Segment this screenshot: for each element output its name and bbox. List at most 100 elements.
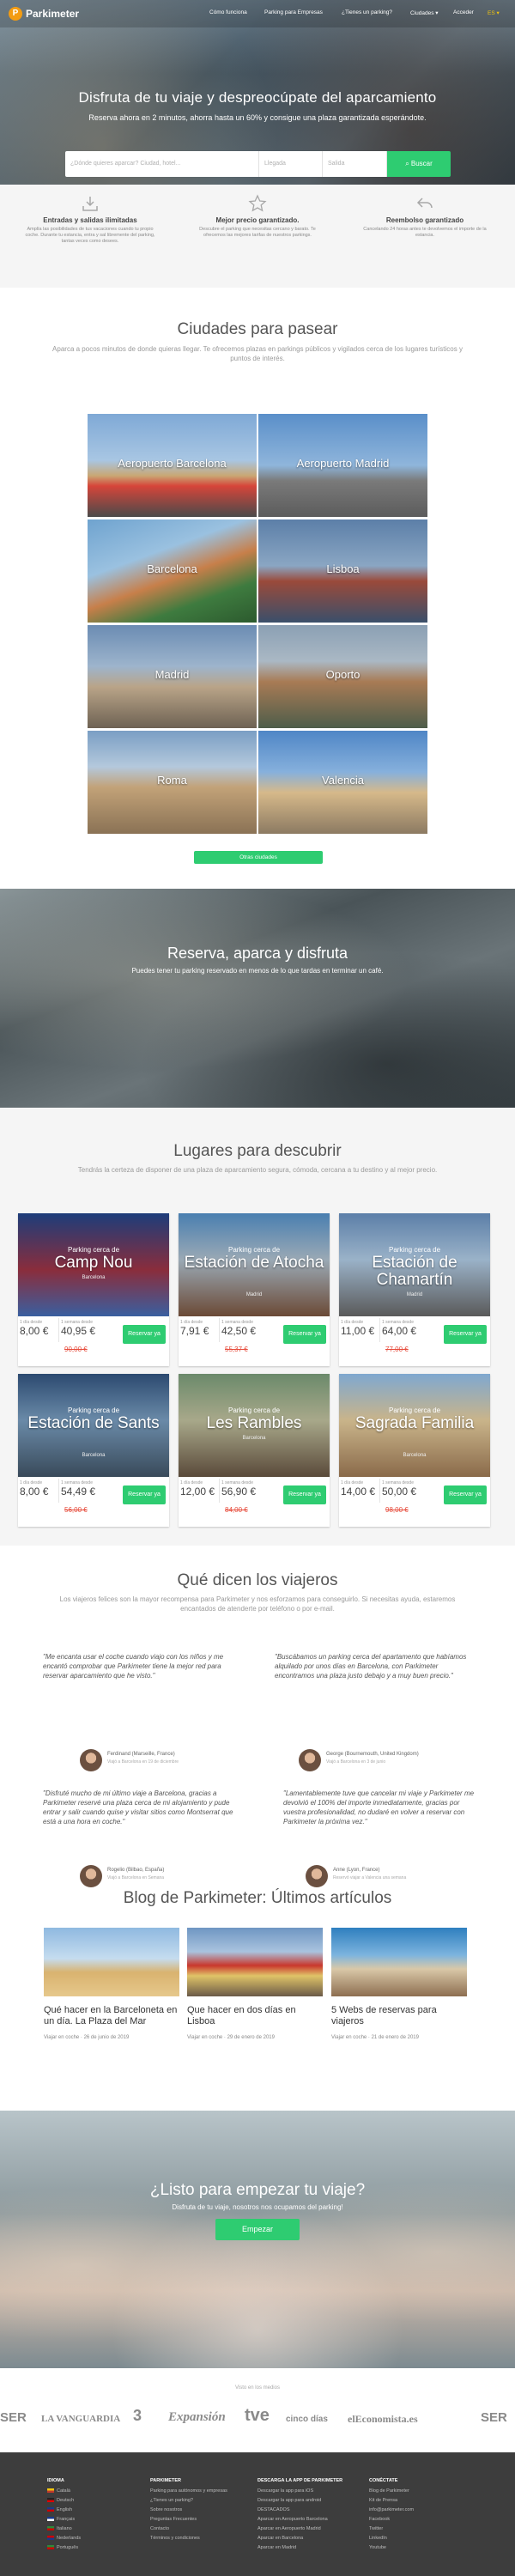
footer-link[interactable]: Kit de Prensa — [369, 2498, 397, 2503]
language-link[interactable]: Català — [47, 2488, 70, 2494]
language-link[interactable]: Nederlands — [47, 2536, 81, 2541]
footer-link[interactable]: Aparcar en Madrid — [258, 2545, 296, 2550]
city-label: Aeropuerto Madrid — [296, 457, 390, 470]
reserve-now-button[interactable]: Reservar ya — [283, 1485, 326, 1504]
city-label: Roma — [157, 774, 187, 787]
review-quote: "Buscábamos un parking cerca del apartam… — [275, 1653, 467, 1680]
reviews-section-subtitle: Los viajeros felices son la mayor recomp… — [59, 1595, 456, 1613]
city-card-barcelona[interactable]: Barcelona — [88, 519, 257, 623]
footer-link[interactable]: Facebook — [369, 2517, 390, 2522]
footer-link[interactable]: Sobre nosotros — [150, 2507, 182, 2512]
logo-text: Parkimeter — [26, 8, 80, 20]
price-week: 56,90 € — [221, 1485, 257, 1498]
logo[interactable]: P Parkimeter — [9, 7, 79, 21]
blog-post-meta: Viajar en coche · 26 de junio de 2019 — [44, 2035, 130, 2040]
language-link[interactable]: Deutsch — [47, 2498, 74, 2503]
place-card[interactable]: Parking cerca de Estación de Sants Barcelo… — [18, 1374, 169, 1527]
reserve-now-button[interactable]: Reservar ya — [444, 1485, 487, 1504]
footer-link[interactable]: Blog de Parkimeter — [369, 2488, 409, 2494]
price-week-box: 1 semana desde 64,00 € — [380, 1318, 440, 1342]
price-day: 11,00 € — [341, 1325, 375, 1337]
reviewer-name: Rogelio (Bilbao, España) — [107, 1868, 165, 1873]
price-week-box: 1 semana desde 50,00 € — [380, 1479, 440, 1503]
place-card[interactable]: Parking cerca de Sagrada Familia Barcelona… — [339, 1374, 490, 1527]
feature-unlimited: Entradas y salidas ilimitadas Amplía las… — [9, 194, 172, 245]
price-week-box: 1 semana desde 42,50 € — [220, 1318, 280, 1342]
language-label: Nederlands — [57, 2536, 82, 2541]
footer-link[interactable]: ¿Tienes un parking? — [150, 2498, 193, 2503]
city-card-madrid[interactable]: Madrid — [88, 625, 257, 728]
nav-cities-dropdown[interactable]: Ciudades ▾ — [410, 9, 439, 16]
city-card-valencia[interactable]: Valencia — [258, 731, 427, 834]
other-cities-button[interactable]: Otras ciudades — [194, 851, 323, 864]
language-link[interactable]: Português — [47, 2545, 78, 2550]
reviewer-avatar — [306, 1865, 328, 1887]
footer-column-title: PARKIMETER — [150, 2478, 181, 2483]
search-button[interactable]: ⌕ Buscar — [387, 151, 451, 177]
footer-link[interactable]: Descargar la app para iOS — [258, 2488, 313, 2494]
blog-post-image[interactable] — [44, 1928, 179, 1996]
blog-post-title[interactable]: Qué hacer en la Barceloneta en un día. L… — [44, 2005, 181, 2027]
city-card-roma[interactable]: Roma — [88, 731, 257, 834]
reserve-now-button[interactable]: Reservar ya — [444, 1325, 487, 1344]
feature-title: Entradas y salidas ilimitadas — [43, 216, 137, 224]
footer-link[interactable]: Aparcar en Barcelona — [258, 2536, 303, 2541]
reviewer-name: Ferdinand (Marseille, France) — [107, 1752, 175, 1757]
city-card-barcelona-airport[interactable]: Aeropuerto Barcelona — [88, 414, 257, 517]
blog-post-image[interactable] — [187, 1928, 323, 1996]
nav-business-parking[interactable]: Parking para Empresas — [264, 9, 323, 15]
footer-link[interactable]: Contacto — [150, 2526, 169, 2531]
footer-link[interactable]: info@parkimeter.com — [369, 2507, 414, 2512]
footer-column-title: CONÉCTATE — [369, 2478, 398, 2483]
place-card[interactable]: Parking cerca de Camp Nou Barcelona 1 día d… — [18, 1213, 169, 1366]
start-button[interactable]: Empezar — [215, 2219, 300, 2240]
nav-how-it-works[interactable]: Cómo funciona — [209, 9, 247, 15]
language-label: Français — [57, 2517, 76, 2522]
arrival-date-field[interactable]: Llegada — [259, 151, 323, 177]
city-card-madrid-airport[interactable]: Aeropuerto Madrid — [258, 414, 427, 517]
city-label: Oporto — [325, 668, 360, 681]
place-card[interactable]: Parking cerca de Estación de Atocha Madrid… — [179, 1213, 330, 1366]
place-image: Parking cerca de Estación de Chamartín Mad… — [339, 1213, 490, 1316]
reserve-subtitle: Puedes tener tu parking reservado en men… — [131, 967, 384, 975]
city-card-oporto[interactable]: Oporto — [258, 625, 427, 728]
nav-login[interactable]: Acceder — [453, 9, 474, 15]
departure-date-field[interactable]: Salida — [323, 151, 387, 177]
footer-link[interactable]: Descargar la app para android — [258, 2498, 321, 2503]
place-card[interactable]: Parking cerca de Estación de Chamartín Mad… — [339, 1213, 490, 1366]
language-link[interactable]: English — [47, 2507, 72, 2512]
footer-link[interactable]: Youtube — [369, 2545, 386, 2550]
price-day: 14,00 € — [341, 1485, 376, 1498]
language-label: Deutsch — [57, 2498, 75, 2503]
place-pre-label: Parking cerca de — [388, 1406, 441, 1414]
footer-link[interactable]: Parking para autónomos y empresas — [150, 2488, 227, 2494]
destination-search-input[interactable]: ¿Dónde quieres aparcar? Ciudad, hotel... — [65, 151, 259, 177]
footer-link[interactable]: LinkedIn — [369, 2536, 387, 2541]
blog-post-image[interactable] — [331, 1928, 467, 1996]
language-selector[interactable]: ES ▾ — [488, 9, 500, 16]
price-week-box: 1 semana desde 56,90 € — [220, 1479, 280, 1503]
blog-post-title[interactable]: 5 Webs de reservas para viajeros — [331, 2005, 469, 2027]
price-day-caption: 1 día desde — [180, 1480, 203, 1485]
flag-icon — [47, 2526, 54, 2531]
footer-link[interactable]: Twitter — [369, 2526, 383, 2531]
place-city: Barcelona — [242, 1436, 266, 1441]
city-card-lisboa[interactable]: Lisboa — [258, 519, 427, 623]
footer-link[interactable]: Aparcar en Aeropuerto Madrid — [258, 2526, 321, 2531]
flag-icon — [47, 2536, 54, 2541]
reserve-now-button[interactable]: Reservar ya — [123, 1485, 166, 1504]
place-pre-label: Parking cerca de — [388, 1246, 441, 1254]
reserve-now-button[interactable]: Reservar ya — [283, 1325, 326, 1344]
blog-post-title[interactable]: Que hacer en dos días en Lisboa — [187, 2005, 324, 2027]
language-link[interactable]: Français — [47, 2517, 75, 2522]
footer-link[interactable]: Aparcar en Aeropuerto Barcelona — [258, 2517, 328, 2522]
nav-own-a-parking[interactable]: ¿Tienes un parking? — [342, 9, 392, 15]
footer-link[interactable]: Preguntas Frecuentes — [150, 2517, 197, 2522]
footer-link[interactable]: Términos y condiciones — [150, 2536, 200, 2541]
price-day-caption: 1 día desde — [341, 1480, 364, 1485]
place-card[interactable]: Parking cerca de Les Rambles Barcelona 1 dí… — [179, 1374, 330, 1527]
language-link[interactable]: Italiano — [47, 2526, 72, 2531]
reserve-now-button[interactable]: Reservar ya — [123, 1325, 166, 1344]
price-day-box: 1 día desde 8,00 € — [18, 1318, 59, 1342]
flag-icon — [47, 2488, 54, 2494]
